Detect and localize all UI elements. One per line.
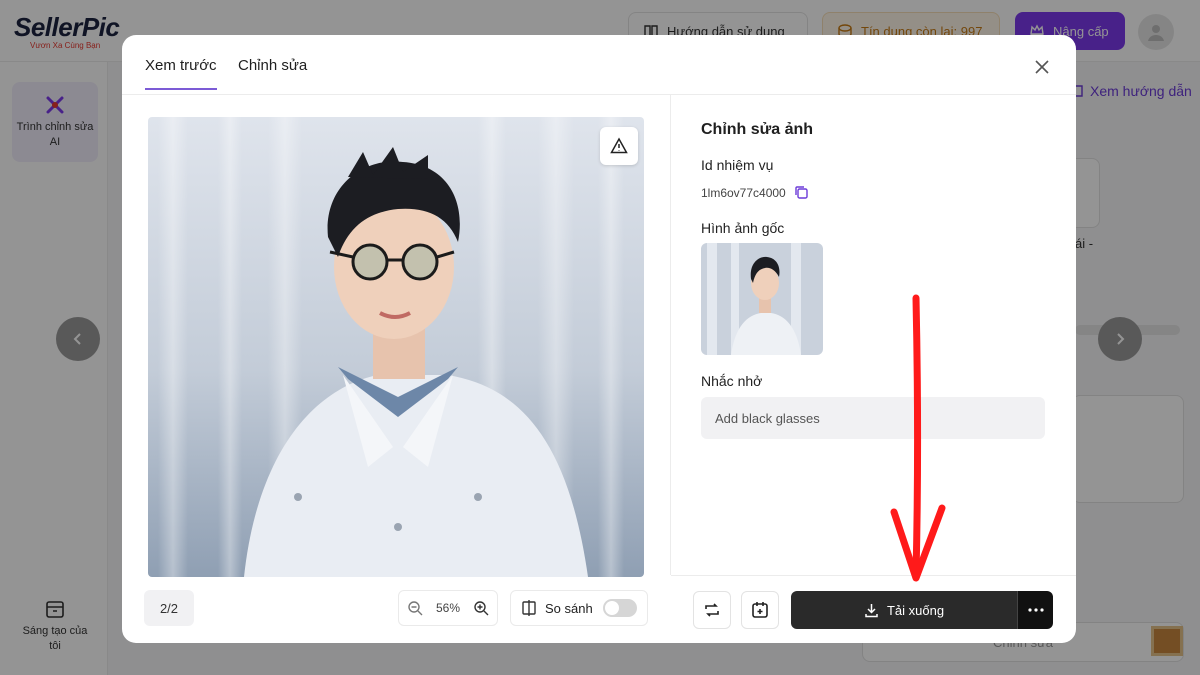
original-image-thumbnail[interactable]: [701, 243, 823, 355]
more-options-button[interactable]: [1017, 591, 1053, 629]
reminder-prompt-value: Add black glasses: [715, 410, 820, 426]
add-to-gallery-button[interactable]: [741, 591, 779, 629]
tab-preview[interactable]: Xem trước: [145, 57, 217, 90]
modal-tabs: Xem trước Chỉnh sửa: [122, 35, 1076, 95]
download-label: Tải xuống: [886, 602, 945, 618]
download-icon: [865, 603, 878, 617]
task-id-value: 1lm6ov77c4000: [701, 185, 786, 200]
image-preview-modal: Xem trước Chỉnh sửa 2/2 56% So sánh Chỉn…: [122, 35, 1076, 643]
copy-icon[interactable]: [794, 185, 809, 200]
close-icon: [1035, 60, 1049, 74]
compare-icon: [522, 600, 536, 616]
regenerate-icon: [705, 603, 719, 617]
original-image-label: Hình ảnh gốc: [701, 220, 785, 236]
task-id-row: 1lm6ov77c4000: [701, 185, 809, 200]
compare-control[interactable]: So sánh: [510, 590, 648, 626]
regenerate-button[interactable]: [693, 591, 731, 629]
more-dots-icon: [1027, 608, 1044, 612]
page-indicator: 2/2: [144, 590, 194, 626]
report-button[interactable]: [600, 127, 638, 165]
action-bar: Tải xuống: [671, 575, 1076, 643]
portrait-photo: [148, 117, 644, 577]
original-photo: [701, 243, 823, 355]
compare-label: So sánh: [545, 600, 593, 616]
reminder-label: Nhắc nhở: [701, 373, 763, 389]
reminder-prompt-field[interactable]: Add black glasses: [701, 397, 1045, 439]
tab-edit[interactable]: Chỉnh sửa: [238, 57, 307, 88]
task-id-label: Id nhiệm vụ: [701, 157, 774, 173]
warning-triangle-icon: [610, 137, 628, 154]
compare-toggle[interactable]: [603, 599, 637, 617]
zoom-in-icon[interactable]: [473, 600, 489, 616]
image-plus-icon: [752, 602, 768, 618]
close-button[interactable]: [1028, 53, 1056, 81]
edit-title: Chỉnh sửa ảnh: [701, 121, 814, 138]
preview-image[interactable]: [148, 117, 644, 577]
edit-details-pane: Chỉnh sửa ảnh Id nhiệm vụ 1lm6ov77c4000 …: [671, 95, 1076, 643]
zoom-out-icon[interactable]: [407, 600, 423, 616]
download-button[interactable]: Tải xuống: [791, 591, 1017, 629]
zoom-control: 56%: [398, 590, 498, 626]
preview-pane: 2/2 56% So sánh: [122, 95, 670, 643]
zoom-level: 56%: [435, 601, 461, 615]
